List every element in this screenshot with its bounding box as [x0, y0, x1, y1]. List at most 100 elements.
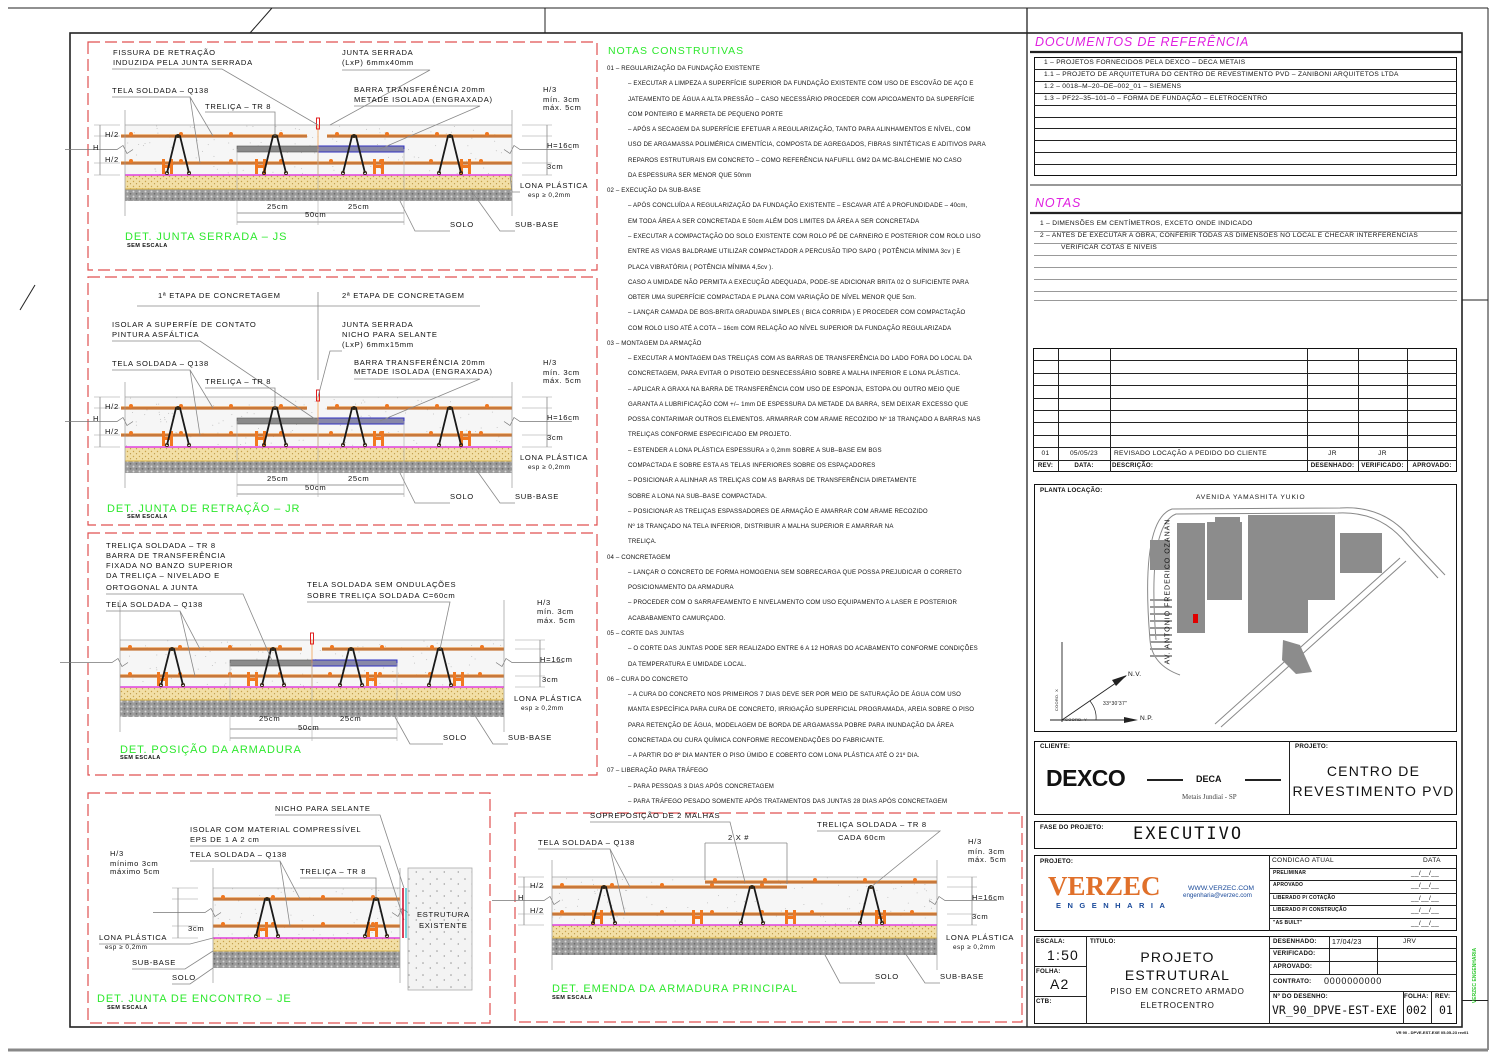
sub-base-layer [552, 925, 937, 938]
status-header: CONDICAO ATUAL [1272, 857, 1334, 864]
note-line: COM PONTEIRO E MARRETA DE PEQUENO PORTE [628, 110, 783, 118]
note-line: ACABABAMENTO CAMURÇADO. [628, 614, 726, 622]
reference-row: 1.2 – 0018–M–20–DE–002_01 – SIEMENS [1044, 82, 1182, 90]
table-divider [1431, 991, 1432, 1024]
project-name-line2: REVESTIMENTO PVD [1292, 783, 1455, 799]
note-line: – EXECUTAR A COMPACTAÇÃO DO SOLO EXISTEN… [628, 232, 981, 240]
rebar-section [335, 132, 339, 136]
rebar-section [129, 159, 133, 163]
table-divider [1269, 918, 1457, 919]
table-divider [1034, 104, 1457, 106]
construction-notes-title: NOTAS CONSTRUTIVAS [608, 45, 744, 57]
detail-jr-label: 25cm [348, 474, 370, 483]
detail-js-label: JUNTA SERRADA [342, 48, 414, 57]
reference-row: 1.1 – PROJETO DE ARQUITETURA DO CENTRO D… [1044, 70, 1399, 78]
note-line: COMPACTADA E SOBRE ESTA AS TELAS INFERIO… [628, 462, 876, 470]
checked-label: VERIFICADO: [1273, 950, 1316, 957]
note-line: – POSICIONAR A ALINHAR AS TRELIÇAS COM A… [628, 477, 917, 485]
table-divider [1034, 164, 1457, 166]
rebar-section [221, 922, 225, 926]
rebar-section [910, 910, 914, 914]
leader-line [590, 821, 746, 883]
note-line: COM ROLO LISO ATÉ A COTA – 16cm COM RELA… [628, 324, 952, 332]
rebar-section [129, 431, 133, 435]
client-label: CLIENTE: [1040, 743, 1071, 750]
rebar-section [321, 895, 325, 899]
rebar-section [229, 404, 233, 408]
rebar-section [328, 672, 332, 676]
note-line: Nº 18 TRANÇADO NA TELA INFERIOR, DISTRIB… [628, 523, 894, 531]
detail-je-label: máximo 5cm [110, 867, 161, 876]
detail-js-label: TRELIÇA – TR 8 [205, 102, 272, 111]
reference-row: 1 – PROJETOS FORNECIDOS PELA DEXCO – DEC… [1044, 59, 1246, 66]
leader-line [824, 954, 875, 984]
detail-jr-label: 3cm [547, 433, 564, 442]
folha-label: FOLHA: [1404, 993, 1429, 1000]
table-divider [1034, 68, 1457, 70]
drawing-number: VR_90_DPVE-EST-EXE [1272, 1003, 1397, 1017]
note-line: – APLICAR A GRAXA NA BARRA DE TRANSFERÊN… [628, 385, 960, 393]
rebar-section [321, 922, 325, 926]
rebar-section [178, 645, 182, 649]
angle-label: 33°30'37" [1103, 701, 1128, 707]
rebar-section [229, 431, 233, 435]
rebar-section [660, 910, 664, 914]
verzec-logo-sub: ENGENHARIA [1056, 901, 1172, 910]
rebar-section [429, 431, 433, 435]
rebar-section [913, 878, 917, 882]
rebar-section [179, 431, 183, 435]
table-divider [1269, 948, 1457, 949]
detail-je-label: LONA PLÁSTICA [99, 933, 168, 942]
detail-je-label: TELA SOLDADA – Q138 [190, 850, 287, 859]
break-line [492, 895, 561, 906]
reference-row: 1.3 – PF22–35–101–0 – FORMA DE FUNDAÇÃO … [1044, 94, 1268, 102]
soil-layer [125, 461, 512, 473]
detail-js-label: (LxP) 6mmx40mm [342, 58, 414, 67]
table-divider [1034, 80, 1457, 82]
table-divider [1033, 422, 1457, 424]
detail-jr-label: 25cm [267, 474, 289, 483]
project-label: PROJETO: [1295, 743, 1329, 750]
note-line: – ESTENDER A LONA PLÁSTICA ESPESSURA ≥ 0… [628, 446, 882, 454]
revision-cell: REVISADO LOCAÇÃO A PEDIDO DO CLIENTE [1114, 450, 1267, 457]
table-divider [1033, 372, 1457, 374]
detail-js-label: H/3 [543, 85, 557, 94]
status-row-label: APROVADO [1273, 882, 1304, 888]
slab-section [60, 593, 564, 745]
detail-jr-label: máx. 5cm [543, 376, 582, 385]
table-divider [1034, 140, 1457, 142]
designer-email[interactable]: engenharia@verzec.com [1183, 892, 1252, 899]
table-divider [1358, 348, 1359, 472]
table-divider [1269, 905, 1457, 906]
soil-layer [552, 938, 937, 955]
table-divider [1110, 348, 1111, 472]
detail-js-label: máx. 5cm [543, 103, 582, 112]
sub-base-layer [125, 175, 512, 189]
note-line: PARA RETENÇÃO DE ÁGUA, MODELAGEM DE BORD… [628, 721, 954, 729]
detail-pos-label: TELA SOLDADA SEM ONDULAÇÕES [307, 580, 457, 589]
table-divider [1033, 459, 1457, 461]
detail-jr-scale-note: SEM ESCALA [127, 514, 168, 520]
note-line: – O CORTE DAS JUNTAS PODE SER REALIZADO … [628, 645, 978, 653]
detail-em-label: SUB-BASE [940, 972, 985, 981]
status-row-date: __/__/__ [1411, 895, 1440, 902]
note-line: MANTA ESPECÍFICA PARA CURA DE CONCRETO, … [628, 706, 975, 714]
coord-y-label: COORD. Y [1065, 717, 1088, 722]
table-divider [1269, 991, 1457, 992]
detail-jr-label: TELA SOLDADA – Q138 [112, 359, 209, 368]
note-line: OBTER UMA SUPERFÍCIE COMPACTADA E PLANA … [628, 294, 917, 302]
table-divider [1377, 936, 1378, 974]
detail-js-label: H=16cm [547, 141, 580, 150]
detail-js-label: SUB-BASE [515, 220, 560, 229]
table-divider [1033, 385, 1457, 387]
rebar-section [710, 910, 714, 914]
rebar-section [330, 645, 334, 649]
table-divider [1407, 348, 1408, 472]
rebar-section [485, 404, 489, 408]
detail-pos-label: SUB-BASE [508, 733, 553, 742]
note-line: POSSA CONTARIMAR OUTROS ELEMENTOS. ARMAR… [628, 416, 981, 424]
detail-pos-label: LONA PLÁSTICA [514, 694, 583, 703]
detail-js-label: 25cm [348, 202, 370, 211]
detail-pos-label: 25cm [259, 714, 281, 723]
drawing-title-line2: ESTRUTURAL [1124, 967, 1231, 983]
